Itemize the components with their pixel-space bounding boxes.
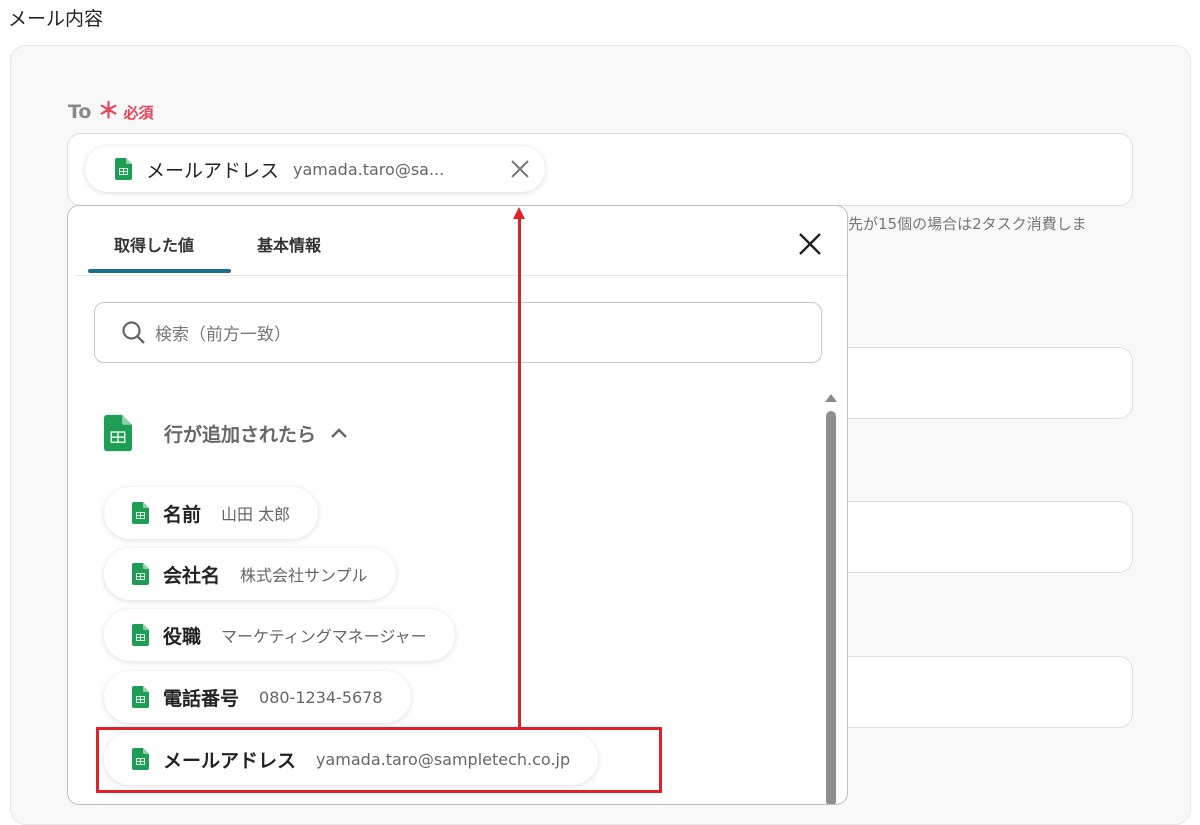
item-label: 役職 <box>163 625 202 648</box>
field-input-4[interactable] <box>848 656 1133 728</box>
to-field-label: To ＊ 必須 <box>68 93 154 125</box>
spreadsheet-icon <box>132 686 149 708</box>
list-item[interactable]: 役職 マーケティングマネージャー <box>104 609 455 661</box>
item-value: 080-1234-5678 <box>259 687 383 707</box>
required-text: 必須 <box>123 104 154 122</box>
chip-value: yamada.taro@sa... <box>293 159 445 179</box>
annotation-highlight-box <box>96 727 662 793</box>
item-value: マーケティングマネージャー <box>221 627 427 646</box>
close-icon[interactable] <box>796 230 824 258</box>
field-input-3[interactable] <box>848 501 1133 573</box>
hint-text: 先が15個の場合は2タスク消費しま <box>848 215 1087 233</box>
search-placeholder: 検索（前方一致） <box>155 325 291 345</box>
chevron-up-icon[interactable] <box>330 427 348 439</box>
to-label-text: To <box>68 101 92 123</box>
required-asterisk: ＊ <box>97 99 120 124</box>
to-value-chip[interactable]: メールアドレス yamada.taro@sa... <box>85 146 545 192</box>
item-label: 名前 <box>163 503 202 526</box>
active-tab-indicator <box>88 269 231 273</box>
tab-basic-info[interactable]: 基本情報 <box>257 232 321 256</box>
section-title: メール内容 <box>8 8 104 30</box>
remove-chip-icon[interactable] <box>509 158 531 180</box>
list-item[interactable]: 電話番号 080-1234-5678 <box>104 671 411 723</box>
list-item[interactable]: 名前 山田 太郎 <box>104 487 319 539</box>
spreadsheet-icon <box>132 624 149 646</box>
search-icon <box>122 320 145 344</box>
item-label: 会社名 <box>163 564 221 587</box>
tab-divider <box>75 275 847 276</box>
tab-acquired-values[interactable]: 取得した値 <box>114 232 194 256</box>
search-input[interactable]: 検索（前方一致） <box>94 302 822 363</box>
list-item[interactable]: 会社名 株式会社サンプル <box>104 548 396 600</box>
item-value: 株式会社サンプル <box>240 566 368 585</box>
spreadsheet-icon <box>115 158 132 180</box>
group-header-row-added[interactable]: 行が追加されたら <box>104 414 348 452</box>
spreadsheet-icon <box>104 414 132 452</box>
field-input-2[interactable] <box>848 347 1133 419</box>
value-picker-dropdown: 取得した値 基本情報 検索（前方一致） 行が追加されたら 名前 山田 太郎 会社… <box>67 205 848 805</box>
item-label: 電話番号 <box>163 687 240 710</box>
spreadsheet-icon <box>132 563 149 585</box>
scroll-up-arrow-icon[interactable] <box>825 394 837 402</box>
spreadsheet-icon <box>132 502 149 524</box>
item-value: 山田 太郎 <box>221 505 291 524</box>
group-title: 行が追加されたら <box>164 423 317 446</box>
annotation-arrow-head-icon <box>513 207 525 219</box>
scrollbar-thumb[interactable] <box>826 411 836 804</box>
chip-label: メールアドレス <box>146 159 280 182</box>
annotation-arrow-line <box>518 218 521 727</box>
